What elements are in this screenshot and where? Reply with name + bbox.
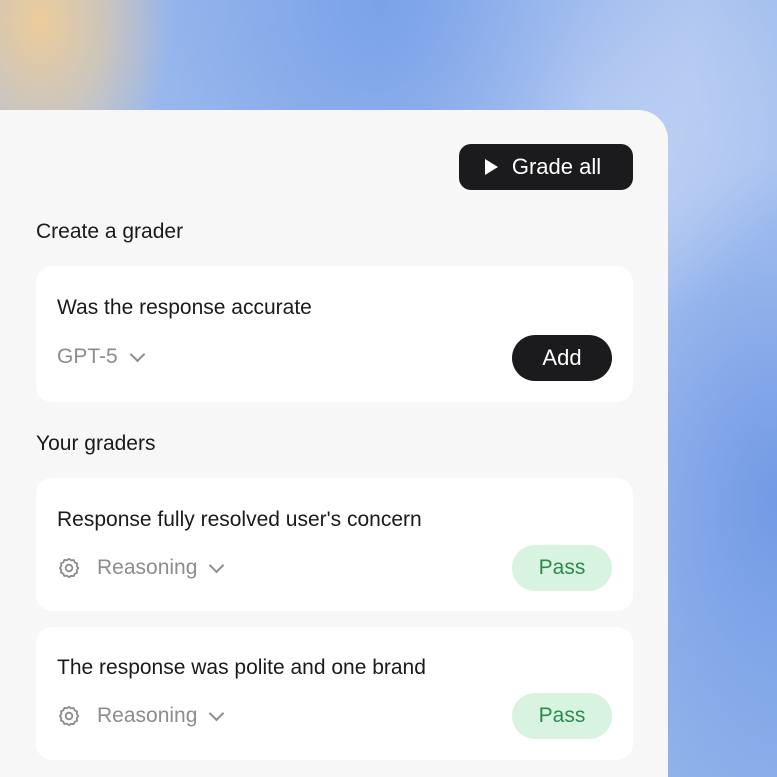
grader-title: The response was polite and one brand xyxy=(57,656,426,679)
your-graders-heading: Your graders xyxy=(36,432,156,455)
play-icon xyxy=(484,159,498,175)
background: Grade all Create a grader Was the respon… xyxy=(0,0,777,777)
create-grader-heading: Create a grader xyxy=(36,220,184,243)
status-badge: Pass xyxy=(512,693,612,739)
chevron-down-icon xyxy=(209,705,225,721)
grader-title: Response fully resolved user's concern xyxy=(57,508,422,531)
gear-icon xyxy=(57,704,81,728)
chevron-down-icon xyxy=(209,557,225,573)
grader-card: Response fully resolved user's concern R… xyxy=(36,478,633,611)
create-grader-card: Was the response accurate GPT-5 Add xyxy=(36,266,633,402)
chevron-down-icon xyxy=(129,346,145,362)
gear-icon xyxy=(57,556,81,580)
grader-type-label: Reasoning xyxy=(97,556,198,579)
grader-type-select[interactable]: Reasoning xyxy=(57,704,225,728)
status-badge: Pass xyxy=(512,545,612,591)
grader-type-label: Reasoning xyxy=(97,704,198,727)
model-select-label: GPT-5 xyxy=(57,345,118,368)
grader-panel: Grade all Create a grader Was the respon… xyxy=(0,110,668,777)
grader-card: The response was polite and one brand Re… xyxy=(36,627,633,760)
grader-prompt-input[interactable]: Was the response accurate xyxy=(57,296,312,320)
add-button[interactable]: Add xyxy=(512,335,612,381)
grade-all-label: Grade all xyxy=(511,154,602,179)
model-select[interactable]: GPT-5 xyxy=(57,345,145,369)
grade-all-button[interactable]: Grade all xyxy=(459,144,633,190)
grader-type-select[interactable]: Reasoning xyxy=(57,556,225,580)
